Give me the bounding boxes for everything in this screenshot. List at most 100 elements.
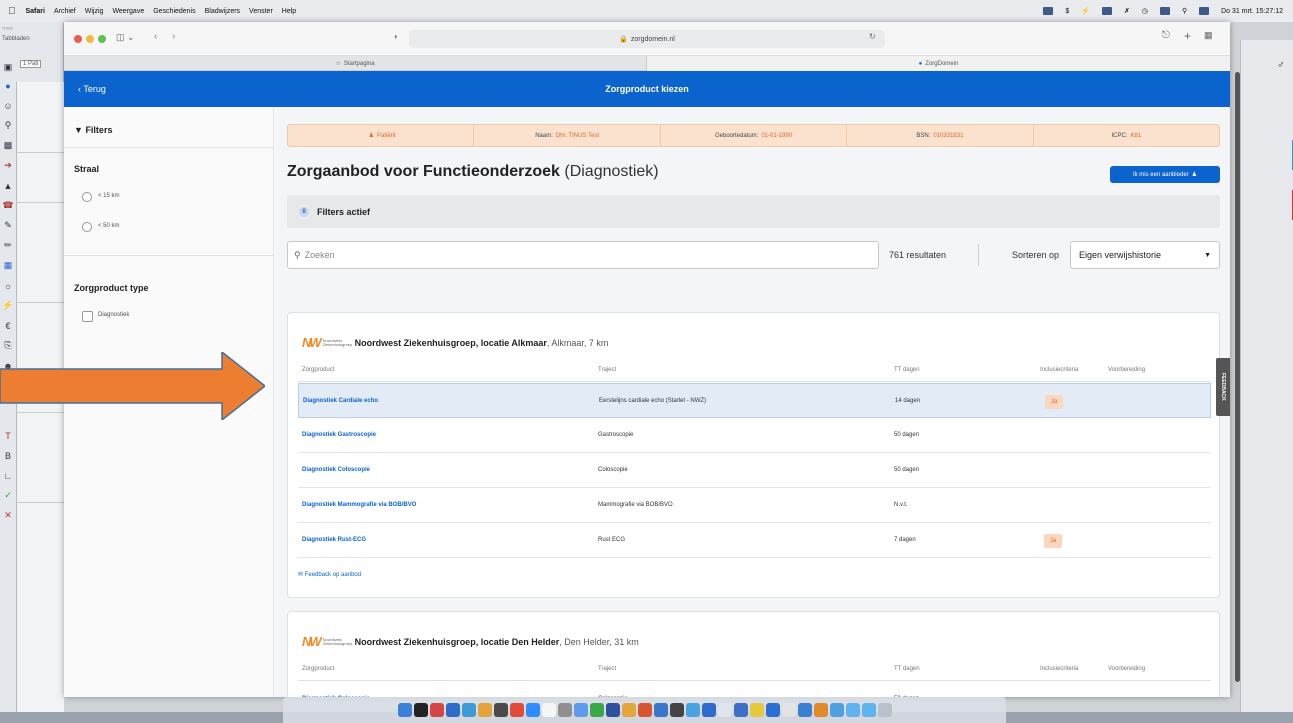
launchpad-icon[interactable] <box>413 703 428 717</box>
radius-radio-15[interactable] <box>82 192 92 202</box>
forward-nav-icon[interactable]: › <box>172 31 175 42</box>
table-row[interactable]: Diagnostiek Coloscopie Coloscopie 50 dag… <box>298 682 1211 697</box>
minimize-window-button[interactable] <box>86 35 94 43</box>
status-search-icon[interactable]: ⚲ <box>1182 7 1187 15</box>
tab-overview-icon[interactable]: ▦ <box>1204 30 1213 41</box>
host-chart-icon[interactable]: ∟ <box>2 470 14 481</box>
app-icon[interactable] <box>573 703 588 717</box>
address-bar[interactable]: 🔒 zorgdomein.nl <box>409 30 885 48</box>
host-pen-icon[interactable]: ✎ <box>2 220 14 231</box>
host-text-icon[interactable]: T <box>2 430 14 441</box>
host-save-icon[interactable]: ▩ <box>2 140 14 151</box>
trash-icon[interactable] <box>877 703 892 717</box>
app-icon[interactable] <box>653 703 668 717</box>
status-bolt-icon[interactable]: ⚡ <box>1081 7 1090 15</box>
app-icon[interactable] <box>813 703 828 717</box>
table-row[interactable]: Diagnostiek Gastroscopie Gastroscopie 50… <box>298 418 1211 453</box>
zoom-window-button[interactable] <box>98 35 106 43</box>
status-bluetooth-icon[interactable]: ✗ <box>1124 7 1130 15</box>
reload-icon[interactable]: ↻ <box>869 32 876 41</box>
product-link[interactable]: Diagnostiek Gastroscopie <box>302 418 376 452</box>
patient-cell[interactable]: ♟ Patiënt <box>288 125 475 146</box>
sidebar-toggle-icon[interactable]: ◫ ⌄ <box>116 32 135 43</box>
status-control-icon[interactable] <box>1199 7 1210 15</box>
host-phone-icon[interactable]: ☎ <box>2 200 14 211</box>
app-icon[interactable] <box>477 703 492 717</box>
app-icon[interactable] <box>461 703 476 717</box>
host-cross-icon[interactable]: ✕ <box>2 510 14 521</box>
menu-item-wijzig[interactable]: Wijzig <box>85 8 104 15</box>
host-check-icon[interactable]: ✓ <box>2 490 14 501</box>
app-icon[interactable] <box>541 703 556 717</box>
product-link[interactable]: Diagnostiek Mammografie via BOB/BVO <box>302 488 416 522</box>
host-traffic-lights[interactable]: ○○○ <box>2 26 13 32</box>
table-row[interactable]: Diagnostiek Coloscopie Coloscopie 50 dag… <box>298 453 1211 488</box>
host-bolt-icon[interactable]: ⚡ <box>2 300 14 311</box>
folder-icon[interactable] <box>845 703 860 717</box>
new-tab-icon[interactable]: + <box>1184 29 1191 43</box>
host-bold-icon[interactable]: B <box>2 450 14 461</box>
app-icon[interactable] <box>829 703 844 717</box>
host-info-icon[interactable]: ● <box>2 80 14 91</box>
apple-icon[interactable]:  <box>8 6 16 17</box>
menu-item-help[interactable]: Help <box>282 8 296 15</box>
status-dollar-icon[interactable]: $ <box>1065 8 1069 15</box>
app-icon[interactable] <box>669 703 684 717</box>
status-display-icon[interactable] <box>1102 7 1112 15</box>
radius-radio-50[interactable] <box>82 222 92 232</box>
app-icon[interactable] <box>621 703 636 717</box>
host-person-icon[interactable]: ☺ <box>2 100 14 111</box>
host-brush-icon[interactable]: ✏ <box>2 240 14 251</box>
app-icon[interactable] <box>717 703 732 717</box>
app-icon[interactable] <box>637 703 652 717</box>
host-tool-icon[interactable]: ▣ <box>2 62 14 73</box>
provider-name[interactable]: Noordwest Ziekenhuisgroep, locatie Den H… <box>355 637 560 647</box>
app-icon[interactable] <box>445 703 460 717</box>
app-icon[interactable] <box>701 703 716 717</box>
app-icon[interactable] <box>733 703 748 717</box>
feedback-tab[interactable]: FEEDBACK <box>1216 358 1230 416</box>
menu-item-archief[interactable]: Archief <box>54 8 76 15</box>
app-icon[interactable] <box>557 703 572 717</box>
product-link[interactable]: Diagnostiek Rust-ECG <box>302 523 366 557</box>
host-car-icon[interactable]: ▲ <box>2 180 14 191</box>
table-row[interactable]: Diagnostiek Cardiale echo Eerstelijns ca… <box>298 383 1211 418</box>
finder-icon[interactable] <box>397 703 412 717</box>
host-panel-tab[interactable]: 1 Pati <box>20 60 42 68</box>
sort-select[interactable]: Eigen verwijshistorie ▼ <box>1070 241 1220 269</box>
share-icon[interactable]: ⎋ <box>1162 30 1170 41</box>
status-clock-icon[interactable]: ◷ <box>1142 7 1148 15</box>
close-window-button[interactable] <box>74 35 82 43</box>
app-icon[interactable] <box>589 703 604 717</box>
filters-active-bar[interactable]: 0 Filters actief <box>287 195 1220 228</box>
menubar-clock[interactable]: Do 31 mrt. 15:27:12 <box>1221 8 1283 15</box>
host-arrow-icon[interactable]: ➔ <box>2 160 14 171</box>
folder-icon[interactable] <box>861 703 876 717</box>
menu-item-geschiedenis[interactable]: Geschiedenis <box>153 8 195 15</box>
host-tab-label[interactable]: Tabbladen <box>2 36 30 42</box>
app-icon[interactable] <box>429 703 444 717</box>
host-search-icon[interactable]: ⚲ <box>2 120 14 131</box>
menu-item-bladwijzers[interactable]: Bladwijzers <box>205 8 240 15</box>
tab-zorgdomein[interactable]: ● ZorgDomein <box>647 56 1230 71</box>
app-icon[interactable] <box>605 703 620 717</box>
app-icon[interactable] <box>493 703 508 717</box>
status-app-icon[interactable] <box>1043 7 1054 15</box>
menu-item-weergave[interactable]: Weergave <box>112 8 144 15</box>
feedback-link[interactable]: ✉ Feedback op aanbod <box>298 571 361 578</box>
app-icon[interactable] <box>685 703 700 717</box>
tab-startpagina[interactable]: ☆ Startpagina <box>64 56 647 71</box>
back-button[interactable]: ‹ Terug <box>78 71 106 107</box>
app-icon[interactable] <box>749 703 764 717</box>
app-icon[interactable] <box>797 703 812 717</box>
back-nav-icon[interactable]: ‹ <box>154 31 157 42</box>
search-input[interactable]: ⚲ Zoeken <box>287 241 879 269</box>
app-icon[interactable] <box>781 703 796 717</box>
inclusion-badge[interactable]: Ja <box>1044 534 1062 548</box>
provider-name[interactable]: Noordwest Ziekenhuisgroep, locatie Alkma… <box>355 338 547 348</box>
product-link[interactable]: Diagnostiek Coloscopie <box>302 682 370 697</box>
status-battery-icon[interactable] <box>1159 7 1170 15</box>
scrollbar[interactable] <box>1235 72 1240 682</box>
host-euro-icon[interactable]: € <box>2 320 14 331</box>
table-row[interactable]: Diagnostiek Rust-ECG Rust ECG 7 dagen Ja <box>298 523 1211 558</box>
